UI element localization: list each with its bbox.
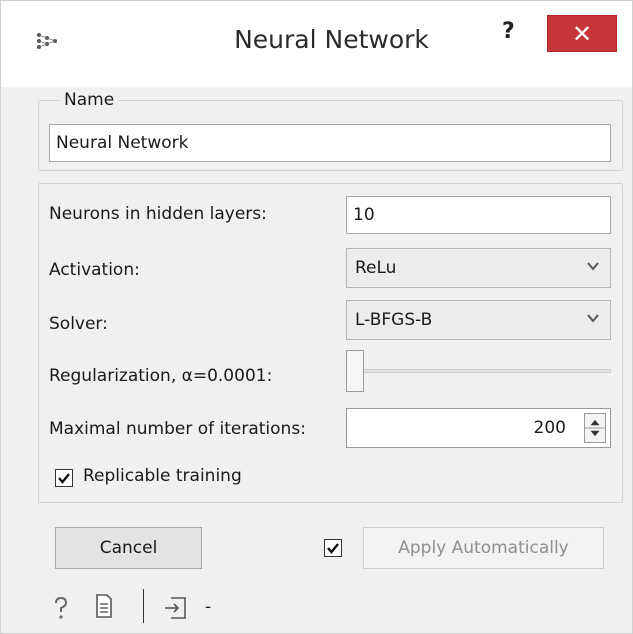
iterations-label: Maximal number of iterations: <box>49 419 306 439</box>
auto-apply-checkbox[interactable] <box>324 539 342 557</box>
neurons-input[interactable]: 10 <box>346 196 611 234</box>
chevron-down-icon <box>587 262 599 271</box>
window-title-text: Neural Network <box>234 25 429 54</box>
regularization-label: Regularization, α=0.0001: <box>49 366 273 386</box>
name-group-legend: Name <box>60 90 119 110</box>
spin-arrows-icon[interactable] <box>584 413 606 443</box>
chevron-down-icon <box>587 314 599 323</box>
help-button[interactable]: ? <box>502 19 515 44</box>
solver-label: Solver: <box>49 314 108 334</box>
iterations-spinbox[interactable]: 200 <box>346 408 611 448</box>
title-bar: Neural Network ? ✕ <box>1 1 632 87</box>
cancel-button[interactable]: Cancel <box>55 527 202 569</box>
apply-automatically-button[interactable]: Apply Automatically <box>363 527 604 569</box>
activation-value: ReLu <box>355 258 397 278</box>
checkmark-icon <box>327 543 339 554</box>
neurons-label: Neurons in hidden layers: <box>49 204 267 224</box>
regularization-slider-handle[interactable] <box>346 350 364 392</box>
close-icon: ✕ <box>571 19 593 48</box>
replicable-checkbox[interactable] <box>55 469 73 487</box>
replicable-label: Replicable training <box>83 466 242 486</box>
status-divider <box>143 589 144 623</box>
activation-select[interactable]: ReLu <box>346 248 611 288</box>
regularization-slider-track[interactable] <box>347 369 611 373</box>
checkmark-icon <box>58 473 70 484</box>
activation-label: Activation: <box>49 260 140 280</box>
input-arrow-icon[interactable] <box>165 595 189 621</box>
solver-select[interactable]: L-BFGS-B <box>346 300 611 340</box>
question-mark-icon[interactable] <box>51 595 71 621</box>
close-button[interactable]: ✕ <box>547 15 617 52</box>
document-icon[interactable] <box>94 593 114 619</box>
solver-value: L-BFGS-B <box>355 310 433 330</box>
window-title: Neural Network <box>1 25 632 54</box>
name-input[interactable]: Neural Network <box>49 124 611 162</box>
dialog-window: Neural Network ? ✕ Name Neural Network N… <box>0 0 633 634</box>
input-summary-label: - <box>205 597 212 617</box>
iterations-value: 200 <box>533 418 566 438</box>
